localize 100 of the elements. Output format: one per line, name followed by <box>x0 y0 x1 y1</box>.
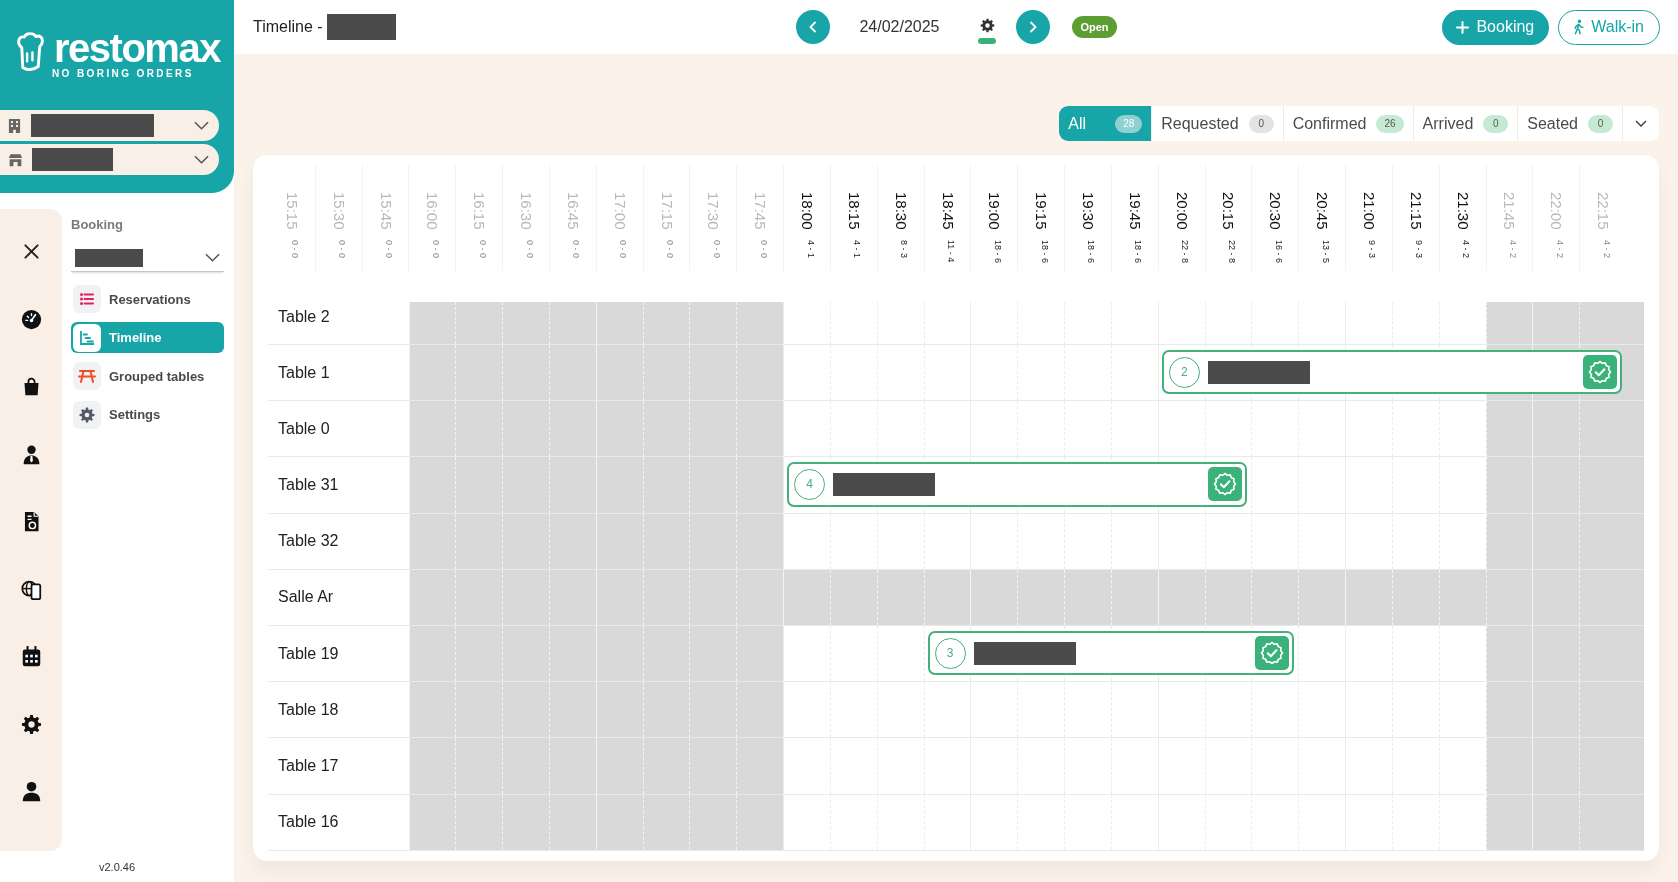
slot-count: 18 - 6 <box>991 239 1003 263</box>
slot-time: 21:30 <box>1453 192 1472 230</box>
slot-time: 15:15 <box>282 192 301 230</box>
slot-time: 22:15 <box>1594 192 1613 230</box>
settings-button[interactable] <box>979 18 995 33</box>
settings-icon[interactable] <box>20 713 42 735</box>
slot-time: 16:00 <box>423 192 442 230</box>
table-label: Table 32 <box>278 532 339 551</box>
redaction-block <box>326 14 396 40</box>
plus-icon <box>1456 20 1470 34</box>
slot-count: 4 - 2 <box>1553 239 1565 258</box>
table-label: Table 2 <box>278 308 330 326</box>
previous-day-button[interactable] <box>796 10 831 44</box>
slot-count: 0 - 0 <box>289 239 301 258</box>
status-badge: Open <box>1072 16 1117 38</box>
slot-time: 15:45 <box>376 192 395 230</box>
slot-time: 16:45 <box>563 192 582 230</box>
next-day-button[interactable] <box>1016 10 1051 44</box>
building-icon <box>8 118 21 133</box>
slot-time: 20:00 <box>1172 192 1191 230</box>
slot-time: 20:45 <box>1313 192 1332 230</box>
slot-time: 20:30 <box>1266 192 1285 230</box>
count-badge: 26 <box>1376 114 1404 133</box>
picnic-table-icon <box>73 362 101 390</box>
chart-icon <box>73 323 101 352</box>
date-label: 24/02/2025 <box>859 18 940 36</box>
slot-count: 4 - 1 <box>851 239 863 258</box>
slot-time: 19:45 <box>1125 192 1144 230</box>
count-badge: 28 <box>1115 114 1143 133</box>
slot-count: 0 - 0 <box>429 239 441 258</box>
slot-time: 20:15 <box>1219 192 1238 230</box>
slot-time: 15:30 <box>329 192 348 230</box>
slot-count: 0 - 0 <box>664 239 676 258</box>
brand-tagline: NO BORING ORDERS <box>52 68 195 80</box>
list-icon <box>73 285 101 313</box>
count-badge: 0 <box>1588 114 1613 133</box>
slot-time: 16:30 <box>517 192 536 230</box>
slot-time: 18:45 <box>938 192 957 230</box>
slot-count: 0 - 0 <box>757 239 769 258</box>
count-badge: 0 <box>1248 114 1274 133</box>
chevron-down-icon <box>194 155 209 164</box>
slot-time: 22:00 <box>1547 192 1566 230</box>
slot-count: 8 - 3 <box>898 239 910 258</box>
dashboard-icon[interactable] <box>20 308 42 330</box>
nav-item[interactable]: Grouped tables <box>71 360 224 392</box>
restaurant-dropdown[interactable] <box>0 110 219 141</box>
page-title: Timeline - <box>253 18 323 36</box>
slot-time: 21:15 <box>1406 192 1425 230</box>
outlet-dropdown[interactable] <box>0 144 219 175</box>
slot-time: 17:00 <box>610 192 629 230</box>
slot-count: 18 - 6 <box>1132 239 1144 263</box>
slot-count: 22 - 8 <box>1225 239 1237 263</box>
redaction-block <box>75 248 143 267</box>
indicator-icon <box>978 38 997 44</box>
slot-count: 0 - 0 <box>570 239 582 258</box>
slot-time: 21:45 <box>1500 192 1519 230</box>
slot-count: 9 - 3 <box>1366 239 1378 258</box>
slot-time: 17:15 <box>657 192 676 230</box>
settings-icon <box>73 400 101 429</box>
table-label: Table 16 <box>278 813 339 832</box>
slot-count: 0 - 0 <box>336 239 348 258</box>
table-label: Table 19 <box>278 644 339 663</box>
nav-item[interactable]: Reservations <box>71 283 224 315</box>
slot-count: 16 - 6 <box>1272 239 1284 263</box>
slot-time: 19:00 <box>985 192 1004 230</box>
slot-time: 17:45 <box>751 192 770 230</box>
nav-item[interactable]: Settings <box>71 399 224 430</box>
count-badge: 0 <box>1483 114 1509 133</box>
slot-time: 19:15 <box>1032 192 1051 230</box>
slot-count: 18 - 6 <box>1085 239 1097 263</box>
slot-count: 0 - 0 <box>617 239 629 258</box>
table-label: Table 0 <box>278 419 330 438</box>
settings-icon <box>979 18 995 33</box>
slot-count: 4 - 2 <box>1506 239 1518 258</box>
chevron-down-icon <box>194 121 209 130</box>
slot-count: 4 - 2 <box>1600 239 1612 258</box>
slot-count: 0 - 0 <box>710 239 722 258</box>
slot-count: 11 - 4 <box>945 239 956 262</box>
calendar-icon[interactable] <box>20 646 42 667</box>
globe-device-icon[interactable] <box>20 578 42 600</box>
brand-logo: restomax <box>54 28 220 68</box>
slot-count: 22 - 8 <box>1179 239 1191 263</box>
chevron-down-icon <box>1635 120 1647 127</box>
chef-hat-icon <box>15 31 46 74</box>
slot-count: 13 - 5 <box>1319 239 1331 263</box>
slot-count: 18 - 6 <box>1038 239 1050 263</box>
table-label: Table 1 <box>278 363 330 382</box>
slot-count: 4 - 2 <box>1460 239 1472 258</box>
slot-count: 0 - 0 <box>476 239 488 258</box>
table-label: Table 31 <box>278 475 339 494</box>
slot-time: 18:15 <box>844 192 863 230</box>
section-title: Booking <box>71 217 124 233</box>
slot-time: 19:30 <box>1079 192 1097 230</box>
slot-count: 4 - 1 <box>804 239 816 258</box>
slot-time: 17:30 <box>704 192 723 230</box>
walking-person-icon <box>1573 19 1585 35</box>
table-label: Table 17 <box>278 756 339 775</box>
user-icon[interactable] <box>20 781 42 802</box>
slot-time: 18:30 <box>891 192 910 230</box>
shop-icon <box>8 152 23 167</box>
